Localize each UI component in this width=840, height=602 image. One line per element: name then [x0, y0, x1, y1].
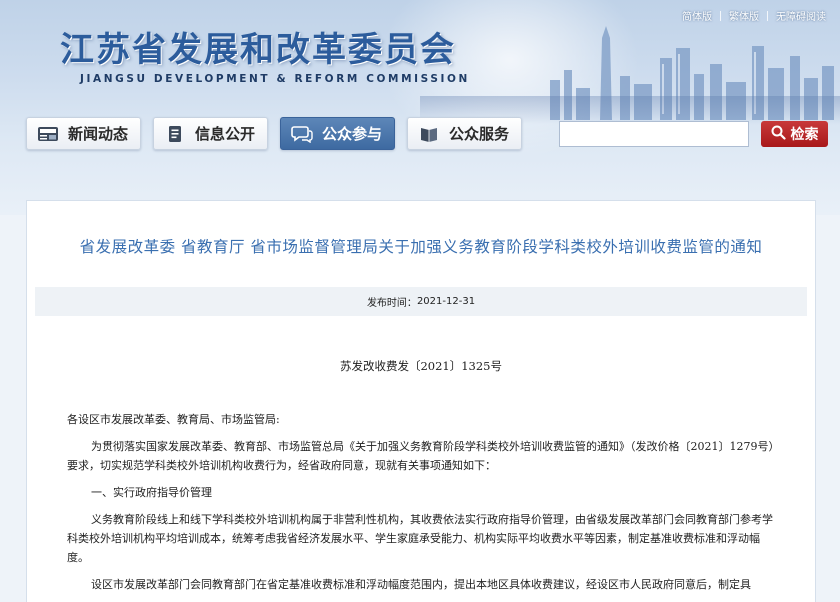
nav-label: 新闻动态 [68, 125, 129, 143]
header-banner: 江苏省发展和改革委员会 JIANGSU DEVELOPMENT & REFORM… [0, 0, 840, 215]
search-input[interactable] [559, 121, 749, 147]
simplified-chinese-link[interactable]: 简体版 [682, 8, 712, 23]
news-icon [37, 125, 59, 143]
publish-date: 2021-12-31 [416, 296, 476, 307]
nav-label: 公众服务 [449, 125, 510, 143]
divider [720, 10, 721, 21]
site-title: 江苏省发展和改革委员会 [60, 30, 456, 70]
paragraph-salutation: 各设区市发展改革委、教育局、市场监管局: [67, 413, 280, 426]
accessibility-link[interactable]: 无障碍阅读 [776, 8, 826, 23]
search-button-label: 检索 [790, 127, 819, 143]
nav-label: 信息公开 [195, 125, 256, 143]
traditional-chinese-link[interactable]: 繁体版 [729, 8, 759, 23]
main-nav: 新闻动态 信息公开 公众参与 公众服务 [26, 117, 523, 150]
top-links: 简体版 繁体版 无障碍阅读 [682, 8, 826, 23]
nav-label: 公众参与 [322, 125, 383, 143]
site-subtitle: JIANGSU DEVELOPMENT & REFORM COMMISSION [80, 73, 470, 85]
nav-item-public-service[interactable]: 公众服务 [407, 117, 523, 150]
article-body: 各设区市发展改革委、教育局、市场监管局: 为贯彻落实国家发展改革委、教育部、市场… [67, 410, 774, 602]
nav-item-info-disclosure[interactable]: 信息公开 [153, 117, 269, 150]
document-number: 苏发改收费发〔2021〕1325号 [339, 359, 503, 373]
publish-label: 发布时间： [366, 298, 417, 309]
search-icon [771, 125, 786, 144]
nav-item-public-participation[interactable]: 公众参与 [280, 117, 396, 150]
divider [767, 10, 768, 21]
book-icon [418, 125, 440, 143]
nav-item-news[interactable]: 新闻动态 [26, 117, 142, 150]
paragraph: 义务教育阶段线上和线下学科类校外培训机构属于非营利性机构，其收费依法实行政府指导… [67, 513, 773, 564]
search-button[interactable]: 检索 [761, 121, 828, 147]
section-heading: 一、实行政府指导价管理 [91, 486, 212, 499]
publish-meta-bar: 发布时间： 2021-12-31 [35, 287, 807, 316]
chat-icon [291, 125, 313, 143]
document-icon [164, 125, 186, 143]
article-title: 省发展改革委 省教育厅 省市场监督管理局关于加强义务教育阶段学科类校外培训收费监… [79, 238, 763, 256]
article-panel: 省发展改革委 省教育厅 省市场监督管理局关于加强义务教育阶段学科类校外培训收费监… [26, 200, 816, 602]
paragraph-intro: 为贯彻落实国家发展改革委、教育部、市场监管总局《关于加强义务教育阶段学科类校外培… [67, 440, 774, 472]
paragraph: 设区市发展改革部门会同教育部门在省定基准收费标准和浮动幅度范围内，提出本地区具体… [91, 578, 751, 591]
